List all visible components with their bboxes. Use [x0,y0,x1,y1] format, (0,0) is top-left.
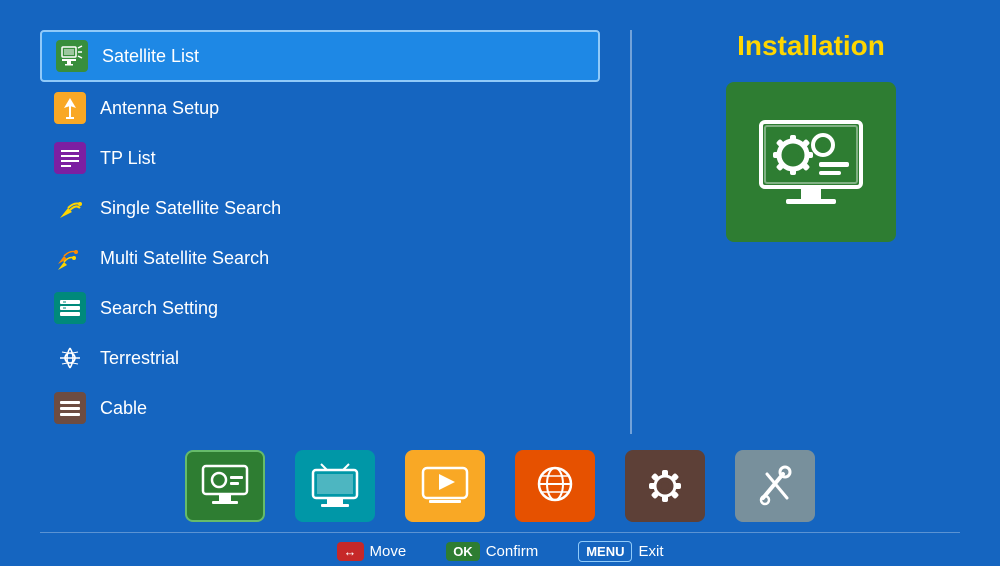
menu-label-cable: Cable [100,398,147,419]
menu-item-satellite-list[interactable]: Satellite List [40,30,600,82]
terrestrial-icon [54,342,86,374]
footer-bar: ↔ Move OK Confirm MENU Exit [40,532,960,566]
antenna-setup-icon [54,92,86,124]
move-badge: ↔ [337,542,364,561]
installation-title: Installation [737,30,885,62]
menu-item-cable[interactable]: Cable [40,384,600,432]
exit-badge: MENU [578,541,632,562]
menu-panel: Satellite List Antenna Setup [40,30,600,434]
menu-label-tp-list: TP List [100,148,156,169]
footer-exit: MENU Exit [578,541,663,562]
single-sat-icon [54,192,86,224]
bottom-icon-internet[interactable] [515,450,595,522]
satellite-list-icon [56,40,88,72]
divider [630,30,632,434]
cable-icon [54,392,86,424]
menu-item-single-satellite-search[interactable]: Single Satellite Search [40,184,600,232]
menu-item-terrestrial[interactable]: Terrestrial [40,334,600,382]
menu-label-terrestrial: Terrestrial [100,348,179,369]
footer-confirm: OK Confirm [446,542,538,561]
menu-item-tp-list[interactable]: TP List [40,134,600,182]
bottom-icon-tv[interactable] [295,450,375,522]
exit-label: Exit [638,543,663,560]
move-label: Move [370,543,407,560]
installation-icon-box [726,82,896,242]
bottom-icon-media[interactable] [405,450,485,522]
menu-label-search-setting: Search Setting [100,298,218,319]
menu-label-single-satellite-search: Single Satellite Search [100,198,281,219]
menu-label-multi-satellite-search: Multi Satellite Search [100,248,269,269]
multi-sat-icon [54,242,86,274]
content-area: Satellite List Antenna Setup [40,30,960,434]
bottom-icons-row [40,434,960,532]
main-container: Satellite List Antenna Setup [0,0,1000,563]
menu-item-search-setting[interactable]: Search Setting [40,284,600,332]
bottom-icon-tools[interactable] [735,450,815,522]
menu-item-multi-satellite-search[interactable]: Multi Satellite Search [40,234,600,282]
right-panel: Installation [662,30,960,434]
menu-item-antenna-setup[interactable]: Antenna Setup [40,84,600,132]
bottom-icon-settings[interactable] [625,450,705,522]
menu-label-satellite-list: Satellite List [102,46,199,67]
confirm-label: Confirm [486,543,539,560]
search-setting-icon [54,292,86,324]
menu-label-antenna-setup: Antenna Setup [100,98,219,119]
bottom-icon-installation[interactable] [185,450,265,522]
footer-move: ↔ Move [337,542,407,561]
confirm-badge: OK [446,542,480,561]
tp-list-icon [54,142,86,174]
